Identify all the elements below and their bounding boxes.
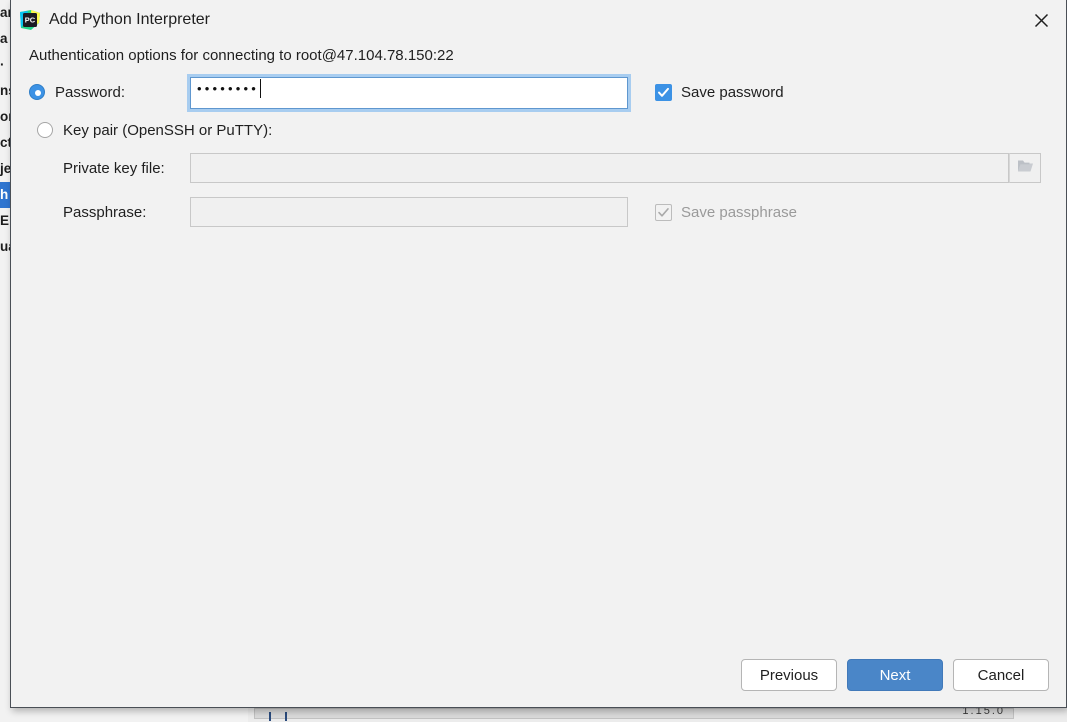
password-masked-value: •••••••• xyxy=(197,81,260,96)
background-status-number: 1.15.0 xyxy=(962,707,1005,715)
private-key-file-row: Private key file: xyxy=(11,153,1066,185)
folder-icon xyxy=(1017,159,1034,178)
list-item[interactable]: E xyxy=(0,208,10,234)
passphrase-input[interactable] xyxy=(190,197,628,227)
keypair-row: Key pair (OpenSSH or PuTTY): xyxy=(11,115,1066,147)
dialog-subtitle: Authentication options for connecting to… xyxy=(29,47,454,64)
text-caret xyxy=(260,79,262,98)
list-item[interactable]: ar xyxy=(0,0,10,26)
passphrase-row: Passphrase: Save passphrase xyxy=(11,197,1066,229)
close-icon[interactable] xyxy=(1023,4,1059,36)
list-item[interactable]: or xyxy=(0,104,10,130)
cancel-button[interactable]: Cancel xyxy=(953,659,1049,691)
list-item[interactable]: je xyxy=(0,156,10,182)
background-tick xyxy=(269,712,271,721)
save-passphrase-label: Save passphrase xyxy=(681,204,797,221)
previous-button[interactable]: Previous xyxy=(741,659,837,691)
keypair-label: Key pair (OpenSSH or PuTTY): xyxy=(63,122,273,139)
private-key-file-label: Private key file: xyxy=(63,160,165,177)
add-python-interpreter-dialog: PC Add Python Interpreter Authentication… xyxy=(10,0,1067,708)
keypair-radio[interactable] xyxy=(37,122,53,138)
next-button[interactable]: Next xyxy=(847,659,943,691)
dialog-titlebar: PC Add Python Interpreter xyxy=(11,0,1066,40)
background-tick xyxy=(285,712,287,721)
dialog-title: Add Python Interpreter xyxy=(49,11,210,28)
save-password-label[interactable]: Save password xyxy=(681,84,784,102)
background-scrollbar-track[interactable] xyxy=(254,708,1014,721)
private-key-file-input[interactable] xyxy=(190,153,1009,183)
save-password-checkbox[interactable] xyxy=(655,84,672,101)
password-row: Password: •••••••• Save password xyxy=(11,74,1066,112)
password-label: Password: xyxy=(55,84,126,101)
list-item[interactable]: ua xyxy=(0,234,10,260)
browse-private-key-button[interactable] xyxy=(1009,153,1041,183)
svg-text:PC: PC xyxy=(25,15,36,24)
save-passphrase-checkbox xyxy=(655,204,672,221)
dialog-button-bar: Previous Next Cancel xyxy=(741,659,1049,691)
list-item[interactable]: ct xyxy=(0,130,10,156)
passphrase-label: Passphrase: xyxy=(63,204,147,221)
list-item[interactable]: a xyxy=(0,26,10,52)
pycharm-logo-icon: PC xyxy=(19,9,41,31)
password-input[interactable]: •••••••• xyxy=(187,74,631,112)
password-radio[interactable] xyxy=(29,84,45,100)
list-item[interactable]: · xyxy=(0,52,10,78)
list-item-selected[interactable]: h xyxy=(0,182,10,208)
list-item[interactable]: ns xyxy=(0,78,10,104)
